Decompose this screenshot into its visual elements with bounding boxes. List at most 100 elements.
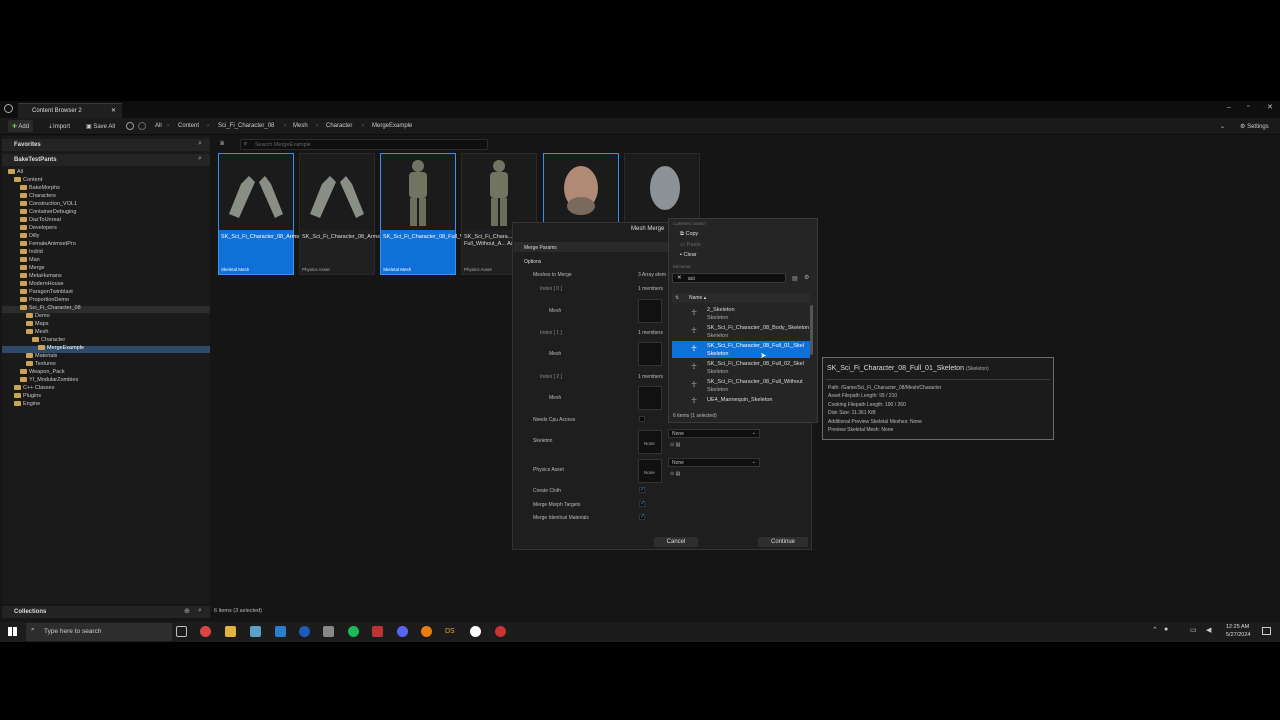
index-0-label[interactable]: Index [ 0 ] <box>540 286 562 292</box>
tree-item[interactable]: All <box>8 169 23 177</box>
windows-start-icon[interactable] <box>8 627 17 636</box>
network-icon[interactable]: ▭ <box>1190 626 1197 634</box>
window-close-button[interactable]: ✕ <box>1267 103 1273 111</box>
search-icon[interactable]: ⌕ <box>198 155 202 163</box>
chevron-down-icon[interactable]: ⌄ <box>1220 123 1225 130</box>
skeleton-dropdown[interactable]: None ⌄ <box>668 429 760 438</box>
tree-item[interactable]: Demo <box>26 313 50 321</box>
vscode-icon[interactable] <box>275 626 286 637</box>
picker-list-item[interactable]: ☥ 2_Skeleton Skeleton <box>672 305 810 322</box>
search-icon[interactable]: ⌕ <box>198 140 202 148</box>
maximize-button[interactable]: ▫ <box>1247 103 1249 110</box>
picker-list-item[interactable]: ☥ SK_Sci_Fi_Character_08_Full_01_Skel Skel… <box>672 341 810 358</box>
tree-item[interactable]: Sci_Fi_Character_08 <box>20 305 81 313</box>
picker-search-input[interactable]: ✕ sci <box>672 273 786 283</box>
close-icon[interactable]: ✕ <box>111 107 116 114</box>
tray-chevron-up-icon[interactable]: ⌃ <box>1152 626 1158 634</box>
chrome-icon[interactable] <box>200 626 211 637</box>
import-button[interactable]: ⇣Import <box>44 120 74 132</box>
folder-icon[interactable]: ▤ <box>792 275 798 282</box>
gear-icon[interactable]: ⚙ <box>804 274 809 281</box>
tree-item[interactable]: Merge <box>20 265 45 273</box>
needs-cpu-checkbox[interactable] <box>639 416 645 422</box>
filter-button[interactable]: ⩸ <box>220 140 224 148</box>
app-icon[interactable] <box>323 626 334 637</box>
tree-item[interactable]: Indrid <box>20 249 43 257</box>
tree-item[interactable]: Plugins <box>14 393 41 401</box>
favorites-header[interactable]: Favorites <box>2 139 210 151</box>
taskbar-time[interactable]: 12:25 AM <box>1226 624 1249 630</box>
tree-item[interactable]: Dilly <box>20 233 39 241</box>
breadcrumb-scifi[interactable]: Sci_Fi_Character_08 <box>218 123 274 129</box>
picker-list-item[interactable]: ☥ SK_Sci_Fi_Character_08_Full_02_Skel Skel… <box>672 359 810 376</box>
picker-list-item[interactable]: ☥ UE4_Mannequin_Skeleton <box>672 395 810 405</box>
tree-item[interactable]: ModernHouse <box>20 281 64 289</box>
tree-item[interactable]: Weapon_Pack <box>20 369 65 377</box>
picker-list-item[interactable]: ☥ SK_Sci_Fi_Character_08_Body_Skeleton Ske… <box>672 323 810 340</box>
tree-item[interactable]: DazToUnreal <box>20 217 61 225</box>
tree-item[interactable]: ContainerDebuging <box>20 209 76 217</box>
tab-content-browser[interactable]: Content Browser 2 ✕ <box>18 103 122 118</box>
spotify-icon[interactable] <box>348 626 359 637</box>
tree-item[interactable]: ParagonTwinblast <box>20 289 73 297</box>
tree-item[interactable]: Construction_VOL1 <box>20 201 77 209</box>
collections-header[interactable]: Collections <box>2 606 210 618</box>
tree-item[interactable]: BakeMorphs <box>20 185 60 193</box>
browse-icon[interactable]: ⊙ ▤ <box>670 442 680 448</box>
unreal-engine-icon[interactable] <box>470 626 481 637</box>
minimize-button[interactable]: – <box>1227 104 1231 111</box>
file-explorer-icon[interactable] <box>225 626 236 637</box>
asset-tile[interactable]: SK_Sci_Fi_Character_08_Arms Skeletal Mes… <box>218 153 299 275</box>
clear-menu-item[interactable]: ▪ Clear <box>680 252 697 258</box>
task-view-icon[interactable] <box>176 626 187 637</box>
breadcrumb-character[interactable]: Character <box>326 123 352 129</box>
settings-button[interactable]: ⚙ Settings <box>1240 123 1269 130</box>
app-icon[interactable] <box>250 626 261 637</box>
tree-item[interactable]: Developers <box>20 225 57 233</box>
breadcrumb-all[interactable]: All <box>155 123 162 129</box>
picker-list-item[interactable]: ☥ SK_Sci_Fi_Character_08_Full_Without Skel… <box>672 377 810 394</box>
mesh-thumbnail[interactable] <box>638 299 662 323</box>
tree-item[interactable]: Textures <box>26 361 56 369</box>
project-header[interactable]: BakeTestPants <box>2 154 210 166</box>
browse-icon[interactable]: ⊙ ▤ <box>670 471 680 477</box>
tree-item[interactable]: MetaHumans <box>20 273 62 281</box>
app-icon[interactable] <box>495 626 506 637</box>
tree-item[interactable]: Characters <box>20 193 56 201</box>
asset-tile[interactable] <box>543 153 619 225</box>
notification-icon[interactable] <box>1262 627 1271 635</box>
options-label[interactable]: Options <box>524 259 541 265</box>
close-icon[interactable]: ✕ <box>677 275 682 281</box>
merge-morph-checkbox[interactable]: ✓ <box>639 501 645 507</box>
tree-item[interactable]: Content <box>14 177 42 185</box>
taskbar-search-input[interactable]: ⌕ Type here to search <box>26 623 172 641</box>
volume-icon[interactable]: ◀ <box>1206 626 1211 634</box>
tree-item[interactable]: ProportionDemo <box>20 297 69 305</box>
save-all-button[interactable]: ▣ Save All <box>82 120 119 132</box>
breadcrumb-content[interactable]: Content <box>178 123 199 129</box>
history-back-icon[interactable] <box>126 122 134 130</box>
blender-icon[interactable] <box>421 626 432 637</box>
tree-item[interactable]: Mesh <box>26 329 48 337</box>
mesh-thumbnail[interactable] <box>638 342 662 366</box>
add-collection-icon[interactable]: ⊕ <box>184 607 190 615</box>
tree-item[interactable]: YI_ModularZombies <box>20 377 78 385</box>
history-forward-icon[interactable] <box>138 122 146 130</box>
asset-tile[interactable]: SK_Sci_Fi_Character_08_Full_Without_Arms… <box>380 153 495 275</box>
breadcrumb-mesh[interactable]: Mesh <box>293 123 308 129</box>
mesh-thumbnail[interactable] <box>638 386 662 410</box>
search-input[interactable]: ⌕ Search MergeExample <box>240 139 488 150</box>
merge-materials-checkbox[interactable]: ✓ <box>639 514 645 520</box>
copy-menu-item[interactable]: ⧉ Copy <box>680 231 698 238</box>
taskbar-date[interactable]: 5/27/2024 <box>1226 632 1250 638</box>
continue-button[interactable]: Continue <box>758 537 808 547</box>
breadcrumb-mergeexample[interactable]: MergeExample <box>372 123 412 129</box>
asset-tile[interactable]: SK_Sci_Fi_Character_08_Arms_PhysicsAsset… <box>299 153 416 275</box>
name-column-header[interactable]: Name ▴ <box>689 295 706 301</box>
asset-tile[interactable] <box>624 153 700 225</box>
create-cloth-checkbox[interactable]: ✓ <box>639 487 645 493</box>
maps-icon[interactable] <box>299 626 310 637</box>
tree-item[interactable]: Engine <box>14 401 40 409</box>
tree-item[interactable]: C++ Classes <box>14 385 55 393</box>
index-2-label[interactable]: Index [ 2 ] <box>540 374 562 380</box>
